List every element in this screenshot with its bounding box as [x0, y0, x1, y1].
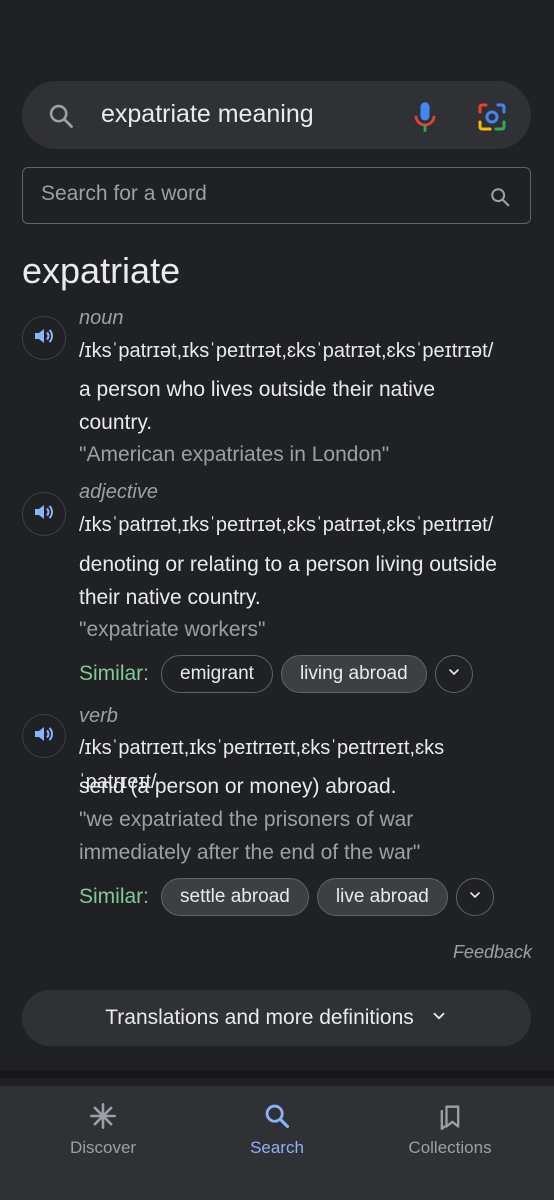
similar-chip[interactable]: living abroad	[280, 655, 427, 693]
nav-collections[interactable]: Collections	[375, 1086, 525, 1176]
similar-words-row: Similar: emigrant living abroad	[79, 655, 473, 693]
pronunciation-speaker-button[interactable]	[22, 714, 66, 758]
search-icon[interactable]	[47, 102, 75, 135]
definition: a person who lives outside their native …	[79, 378, 436, 434]
similar-chip[interactable]: live abroad	[316, 878, 448, 916]
search-icon[interactable]	[489, 186, 511, 213]
part-of-speech: verb	[79, 705, 118, 727]
example: "American expatriates in London"	[79, 443, 390, 466]
similar-chip[interactable]: settle abroad	[161, 878, 309, 916]
collections-icon	[436, 1102, 464, 1130]
phonetic: /ɪksˈpatrɪət,ɪksˈpeɪtrɪət,ɛksˈpatrɪət,ɛk…	[79, 340, 494, 362]
translations-more-definitions-button[interactable]: Translations and more definitions	[22, 990, 531, 1046]
bottom-navigation: Discover Search Collections	[0, 1086, 554, 1200]
nav-discover[interactable]: Discover	[28, 1086, 178, 1176]
similar-chip[interactable]: emigrant	[161, 655, 273, 693]
example: "expatriate workers"	[79, 618, 266, 641]
speaker-icon	[32, 722, 56, 751]
chevron-down-icon	[430, 1007, 448, 1030]
speaker-icon	[32, 324, 56, 353]
pronunciation-speaker-button[interactable]	[22, 316, 66, 360]
feedback-link[interactable]: Feedback	[453, 942, 532, 963]
nav-label: Collections	[408, 1138, 492, 1157]
phonetic: /ɪksˈpatrɪət,ɪksˈpeɪtrɪət,ɛksˈpatrɪət,ɛk…	[79, 514, 494, 536]
lens-camera-icon[interactable]	[476, 101, 508, 138]
similar-label: Similar:	[79, 885, 150, 908]
part-of-speech: noun	[79, 307, 124, 329]
microphone-icon[interactable]	[411, 100, 439, 139]
word-search-placeholder[interactable]: Search for a word	[41, 182, 207, 206]
speaker-icon	[32, 500, 56, 529]
nav-label: Search	[250, 1138, 304, 1157]
pronunciation-speaker-button[interactable]	[22, 492, 66, 536]
part-of-speech: adjective	[79, 481, 158, 503]
chevron-down-icon	[467, 887, 483, 908]
nav-label: Discover	[69, 1138, 137, 1157]
headword: expatriate	[22, 250, 181, 291]
expand-similar-button[interactable]	[434, 655, 473, 693]
nav-search[interactable]: Search	[202, 1086, 352, 1176]
expand-similar-button[interactable]	[455, 878, 494, 916]
search-icon	[263, 1102, 291, 1130]
definition: send (a person or money) abroad.	[79, 775, 397, 798]
example: "we expatriated the prisoners of war imm…	[79, 808, 421, 864]
similar-label: Similar:	[79, 662, 150, 685]
search-query[interactable]: expatriate meaning	[101, 100, 314, 129]
section-divider	[0, 1070, 554, 1078]
more-definitions-label: Translations and more definitions	[105, 1006, 414, 1029]
definition: denoting or relating to a person living …	[79, 553, 497, 609]
asterisk-icon	[89, 1102, 117, 1130]
similar-words-row: Similar: settle abroad live abroad	[79, 878, 494, 916]
chevron-down-icon	[446, 664, 462, 685]
